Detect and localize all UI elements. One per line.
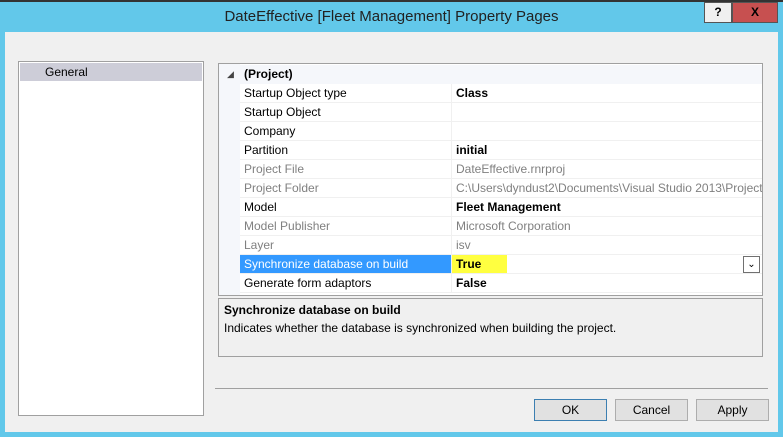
property-value[interactable]: False <box>452 274 762 293</box>
ok-button[interactable]: OK <box>534 399 607 421</box>
property-value[interactable]: initial <box>452 141 762 160</box>
property-row[interactable]: Partition initial <box>219 141 762 160</box>
property-row[interactable]: Generate form adaptors False <box>219 274 762 293</box>
description-title: Synchronize database on build <box>224 303 401 317</box>
nav-item-general[interactable]: General <box>20 63 202 81</box>
cancel-button[interactable]: Cancel <box>615 399 688 421</box>
property-value[interactable]: Microsoft Corporation <box>452 217 762 236</box>
property-value[interactable]: True ⌄ <box>452 255 762 274</box>
property-row[interactable]: Startup Object <box>219 103 762 122</box>
property-value[interactable]: Fleet Management <box>452 198 762 217</box>
property-name: Generate form adaptors <box>240 274 452 293</box>
property-name: Project Folder <box>240 179 452 198</box>
property-row[interactable]: Layer isv <box>219 236 762 255</box>
property-value[interactable] <box>452 103 762 122</box>
property-value[interactable]: isv <box>452 236 762 255</box>
description-text: Indicates whether the database is synchr… <box>224 321 617 335</box>
property-name: Project File <box>240 160 452 179</box>
help-button[interactable]: ? <box>704 2 732 23</box>
close-button[interactable]: X <box>732 2 778 23</box>
property-row[interactable]: Company <box>219 122 762 141</box>
property-name: Synchronize database on build <box>240 255 452 274</box>
category-row-project[interactable]: ◢ (Project) <box>219 65 762 84</box>
property-grid[interactable]: ◢ (Project) Startup Object type Class Star… <box>218 63 763 296</box>
property-name: Partition <box>240 141 452 160</box>
property-name: Layer <box>240 236 452 255</box>
property-name: Model <box>240 198 452 217</box>
category-list[interactable]: General <box>18 61 204 416</box>
property-value[interactable]: Class <box>452 84 762 103</box>
property-name: Startup Object <box>240 103 452 122</box>
window-title: DateEffective [Fleet Management] Propert… <box>224 8 559 25</box>
window-border <box>0 432 783 437</box>
property-row[interactable]: Project File DateEffective.rnrproj <box>219 160 762 179</box>
property-row[interactable]: Model Fleet Management <box>219 198 762 217</box>
dropdown-chevron-icon[interactable]: ⌄ <box>743 256 760 273</box>
description-panel: Synchronize database on build Indicates … <box>218 298 763 357</box>
property-name: Model Publisher <box>240 217 452 236</box>
apply-button[interactable]: Apply <box>696 399 769 421</box>
category-label: (Project) <box>244 67 293 81</box>
property-row[interactable]: Synchronize database on build True ⌄ <box>219 255 762 274</box>
property-value[interactable] <box>452 122 762 141</box>
property-value[interactable]: C:\Users\dyndust2\Documents\Visual Studi… <box>452 179 762 198</box>
property-value[interactable]: DateEffective.rnrproj <box>452 160 762 179</box>
property-value-text: True <box>452 255 507 273</box>
property-row[interactable]: Model Publisher Microsoft Corporation <box>219 217 762 236</box>
property-name: Startup Object type <box>240 84 452 103</box>
property-row[interactable]: Startup Object type Class <box>219 84 762 103</box>
divider <box>215 388 768 389</box>
property-name: Company <box>240 122 452 141</box>
collapse-triangle-icon[interactable]: ◢ <box>227 65 234 84</box>
property-row[interactable]: Project Folder C:\Users\dyndust2\Document… <box>219 179 762 198</box>
